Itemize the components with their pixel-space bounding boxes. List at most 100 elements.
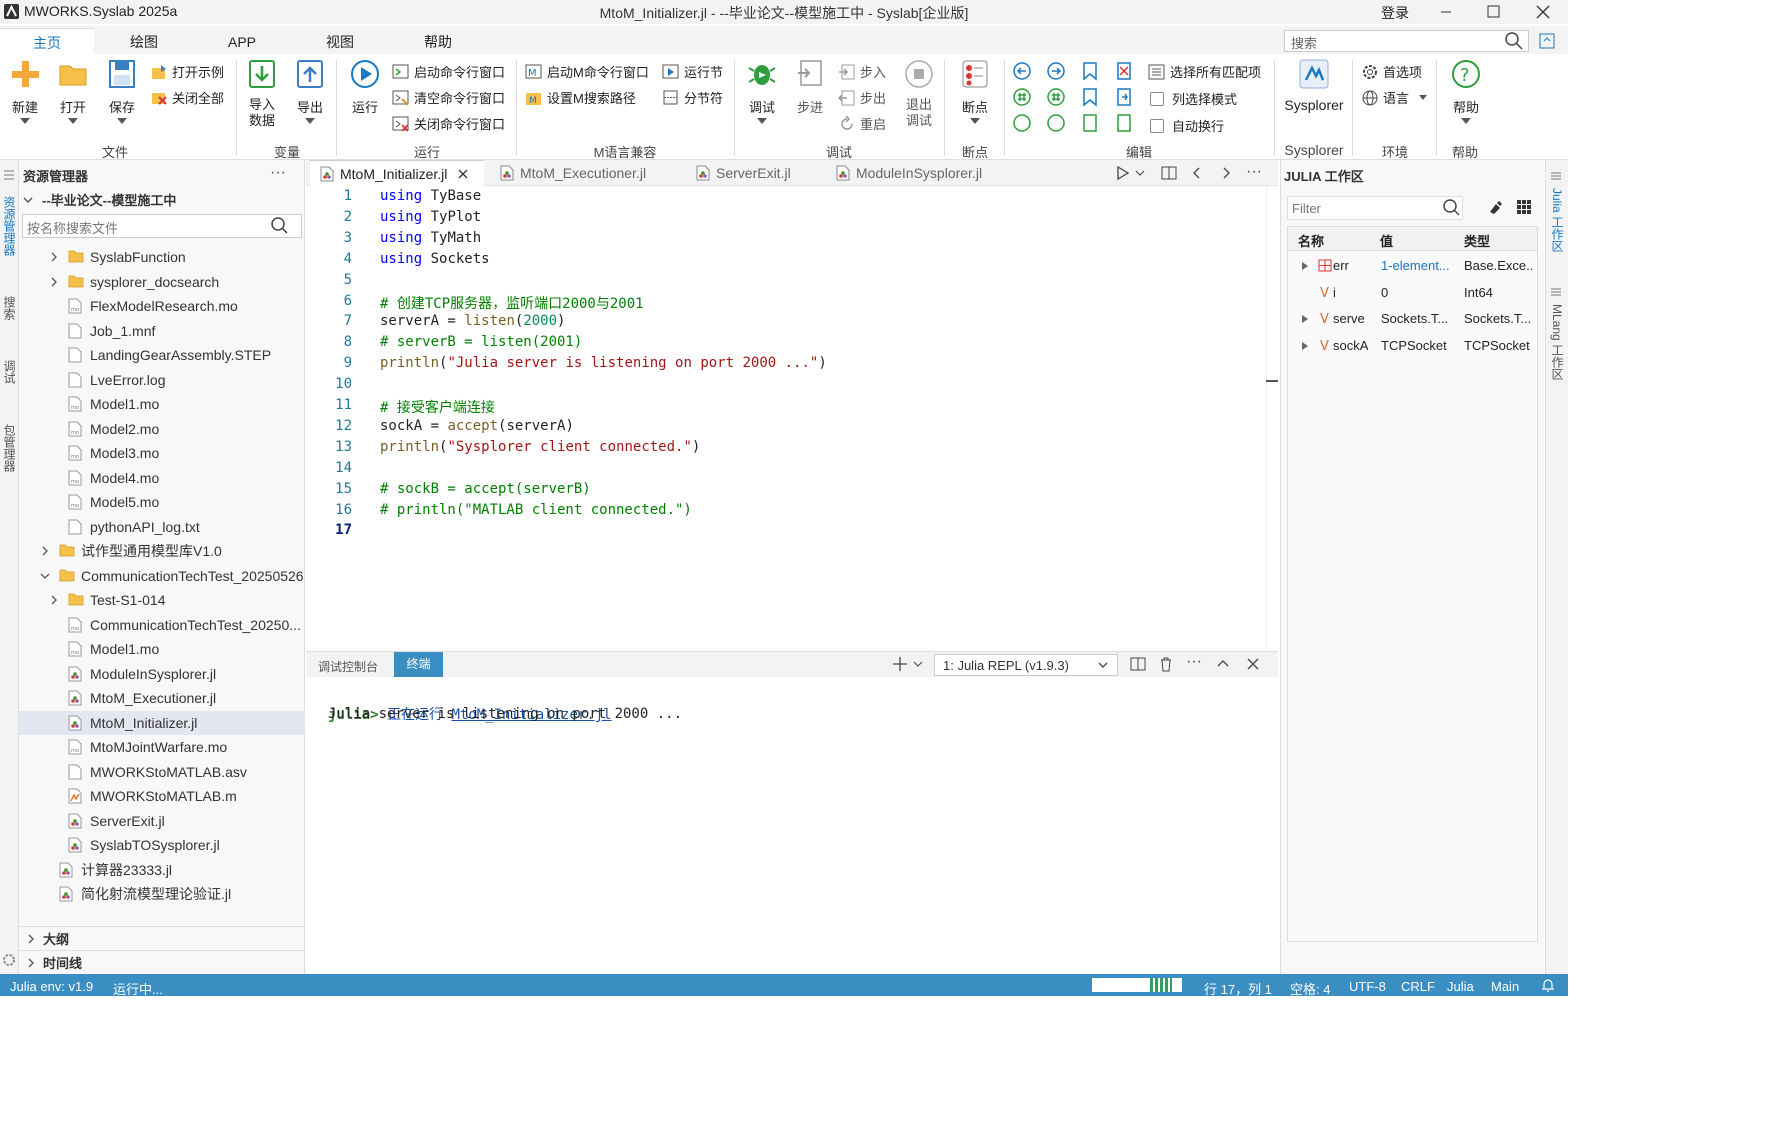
close-panel-icon[interactable] bbox=[1246, 657, 1260, 671]
tree-file[interactable]: mo Model5.mo bbox=[19, 490, 305, 514]
cursor-position-status[interactable]: 行 17，列 1 bbox=[1204, 979, 1272, 998]
maximize-panel-icon[interactable] bbox=[1216, 657, 1230, 671]
close-all-button[interactable]: 关闭全部 bbox=[150, 88, 224, 107]
preferences-button[interactable]: 首选项 bbox=[1361, 62, 1422, 81]
tree-file[interactable]: mo MtoMJointWarfare.mo bbox=[19, 735, 305, 759]
start-cmd-button[interactable]: 启动命令行窗口 bbox=[392, 62, 505, 81]
chevron-right-icon[interactable] bbox=[1219, 166, 1233, 180]
tab-terminal[interactable]: 终端 bbox=[394, 652, 443, 677]
settings-gear-icon[interactable] bbox=[1, 952, 17, 968]
tree-folder[interactable]: 试作型通用模型库V1.0 bbox=[19, 539, 305, 563]
julia-env-status[interactable]: Julia env: v1.9 bbox=[10, 979, 93, 994]
minimize-icon[interactable] bbox=[1436, 2, 1456, 22]
chevron-right-icon[interactable] bbox=[48, 251, 60, 263]
tree-file[interactable]: mo Model1.mo bbox=[19, 392, 305, 416]
expand-arrow-icon[interactable] bbox=[1300, 341, 1310, 351]
col-value-header[interactable]: 值 bbox=[1380, 231, 1393, 250]
language-button[interactable]: 语言 bbox=[1361, 88, 1428, 107]
editor-tab-server-exit[interactable]: ServerExit.jl bbox=[686, 160, 816, 186]
chevron-down-icon[interactable] bbox=[39, 570, 51, 582]
tree-file[interactable]: mo Model2.mo bbox=[19, 417, 305, 441]
indent-status[interactable]: 空格: 4 bbox=[1290, 979, 1330, 998]
code-line[interactable]: using Sockets bbox=[380, 251, 490, 267]
start-m-cmd-button[interactable]: M 启动M命令行窗口 bbox=[525, 62, 649, 81]
ribbon-collapse-icon[interactable] bbox=[1538, 32, 1556, 50]
repl-select[interactable]: 1: Julia REPL (v1.9.3) bbox=[934, 654, 1118, 676]
clear-workspace-icon[interactable] bbox=[1487, 199, 1503, 215]
code-line[interactable]: serverA = listen(2000) bbox=[380, 313, 565, 329]
workspace-row[interactable]: VsockA TCPSocket TCPSocket bbox=[1288, 333, 1538, 359]
help-button[interactable]: ? 帮助 bbox=[1446, 58, 1486, 124]
right-tab-mlang-workspace[interactable]: MLang 工作区 bbox=[1549, 304, 1566, 380]
tree-file[interactable]: MtoM_Executioner.jl bbox=[19, 686, 305, 710]
search-icon[interactable] bbox=[1504, 31, 1524, 51]
tree-file[interactable]: MtoM_Initializer.jl bbox=[19, 710, 305, 735]
new-terminal-icon[interactable] bbox=[892, 656, 924, 672]
workspace-filter-input[interactable]: Filter bbox=[1287, 196, 1463, 220]
run-section-button[interactable]: 运行节 bbox=[662, 62, 723, 81]
activity-packages[interactable]: 包管理器 bbox=[1, 424, 18, 472]
timeline-section[interactable]: 时间线 bbox=[19, 950, 305, 974]
eol-status[interactable]: CRLF bbox=[1401, 979, 1435, 994]
code-line[interactable]: # serverB = listen(2001) bbox=[380, 334, 582, 350]
notifications-bell-icon[interactable] bbox=[1540, 977, 1556, 993]
code-line[interactable]: # println("MATLAB client connected.") bbox=[380, 502, 692, 518]
column-select-checkbox[interactable] bbox=[1150, 91, 1164, 106]
editor-tab-mtom-initializer[interactable]: MtoM_Initializer.jl bbox=[310, 160, 484, 186]
outline-section[interactable]: 大纲 bbox=[19, 926, 305, 950]
tree-file[interactable]: MWORKStoMATLAB.asv bbox=[19, 760, 305, 784]
encoding-status[interactable]: UTF-8 bbox=[1349, 979, 1386, 994]
julia-workspace-toggle-icon[interactable] bbox=[1550, 170, 1562, 182]
code-line[interactable]: sockA = accept(serverA) bbox=[380, 418, 574, 434]
tab-home[interactable]: 主页 bbox=[0, 28, 94, 56]
code-line[interactable]: using TyBase bbox=[380, 188, 481, 204]
step-button[interactable]: 步进 bbox=[792, 58, 828, 116]
code-line[interactable]: using TyMath bbox=[380, 230, 481, 246]
set-m-path-button[interactable]: M 设置M搜索路径 bbox=[525, 88, 636, 107]
tree-file[interactable]: mo Model1.mo bbox=[19, 637, 305, 661]
restart-button[interactable]: 重启 bbox=[838, 114, 886, 133]
language-status[interactable]: Julia bbox=[1447, 979, 1474, 994]
code-line[interactable]: # sockB = accept(serverB) bbox=[380, 481, 591, 497]
open-example-button[interactable]: 打开示例 bbox=[150, 62, 224, 81]
chevron-right-icon[interactable] bbox=[48, 594, 60, 606]
tree-file[interactable]: mo FlexModelResearch.mo bbox=[19, 294, 305, 318]
code-line[interactable]: # 接受客户端连接 bbox=[380, 397, 495, 417]
search-icon[interactable] bbox=[270, 216, 290, 236]
workspace-row[interactable]: Vserve Sockets.T... Sockets.T... bbox=[1288, 306, 1538, 332]
step-in-button[interactable]: 步入 bbox=[838, 62, 886, 81]
tree-file[interactable]: mo Model3.mo bbox=[19, 441, 305, 465]
login-link[interactable]: 登录 bbox=[1381, 3, 1409, 23]
grid-view-icon[interactable] bbox=[1516, 199, 1532, 215]
import-data-button[interactable]: 导入 数据 bbox=[244, 58, 280, 129]
expand-arrow-icon[interactable] bbox=[1300, 261, 1310, 271]
auto-wrap-checkbox[interactable] bbox=[1150, 118, 1164, 133]
tree-file[interactable]: 计算器23333.jl bbox=[19, 858, 305, 882]
col-name-header[interactable]: 名称 bbox=[1298, 231, 1324, 250]
tree-file[interactable]: LveError.log bbox=[19, 368, 305, 392]
save-button[interactable]: 保存 bbox=[103, 58, 141, 124]
activity-search[interactable]: 搜索 bbox=[1, 296, 18, 320]
chevron-right-icon[interactable] bbox=[39, 545, 51, 557]
tree-file[interactable]: Job_1.mnf bbox=[19, 319, 305, 343]
code-line[interactable]: # 创建TCP服务器，监听端口2000与2001 bbox=[380, 293, 644, 313]
trash-icon[interactable] bbox=[1158, 656, 1174, 672]
split-terminal-icon[interactable] bbox=[1130, 656, 1146, 672]
breakpoint-button[interactable]: 断点 bbox=[952, 58, 998, 124]
root-folder-row[interactable]: --毕业论文--模型施工中 bbox=[22, 190, 176, 209]
close-window-icon[interactable] bbox=[1533, 2, 1553, 22]
select-all-matches-button[interactable]: 选择所有匹配项 bbox=[1148, 62, 1261, 81]
workspace-row[interactable]: err 1-element... Base.Exce... bbox=[1288, 253, 1538, 279]
tab-view[interactable]: 视图 bbox=[310, 30, 370, 54]
auto-wrap-toggle[interactable]: 自动换行 bbox=[1150, 116, 1224, 135]
open-button[interactable]: 打开 bbox=[54, 58, 92, 124]
editor-tab-mtom-executioner[interactable]: MtoM_Executioner.jl bbox=[490, 160, 680, 186]
tree-folder[interactable]: SyslabFunction bbox=[19, 245, 305, 269]
column-select-toggle[interactable]: 列选择模式 bbox=[1150, 89, 1237, 108]
debug-button[interactable]: 调试 bbox=[742, 58, 782, 124]
maximize-icon[interactable] bbox=[1483, 2, 1503, 22]
tree-file[interactable]: MWORKStoMATLAB.m bbox=[19, 784, 305, 808]
file-search-input[interactable]: 按名称搜索文件 bbox=[22, 214, 302, 238]
activity-explorer[interactable]: 资源管理器 bbox=[1, 196, 18, 256]
editor-tab-module-in-sysplorer[interactable]: ModuleInSysplorer.jl bbox=[826, 160, 1016, 186]
